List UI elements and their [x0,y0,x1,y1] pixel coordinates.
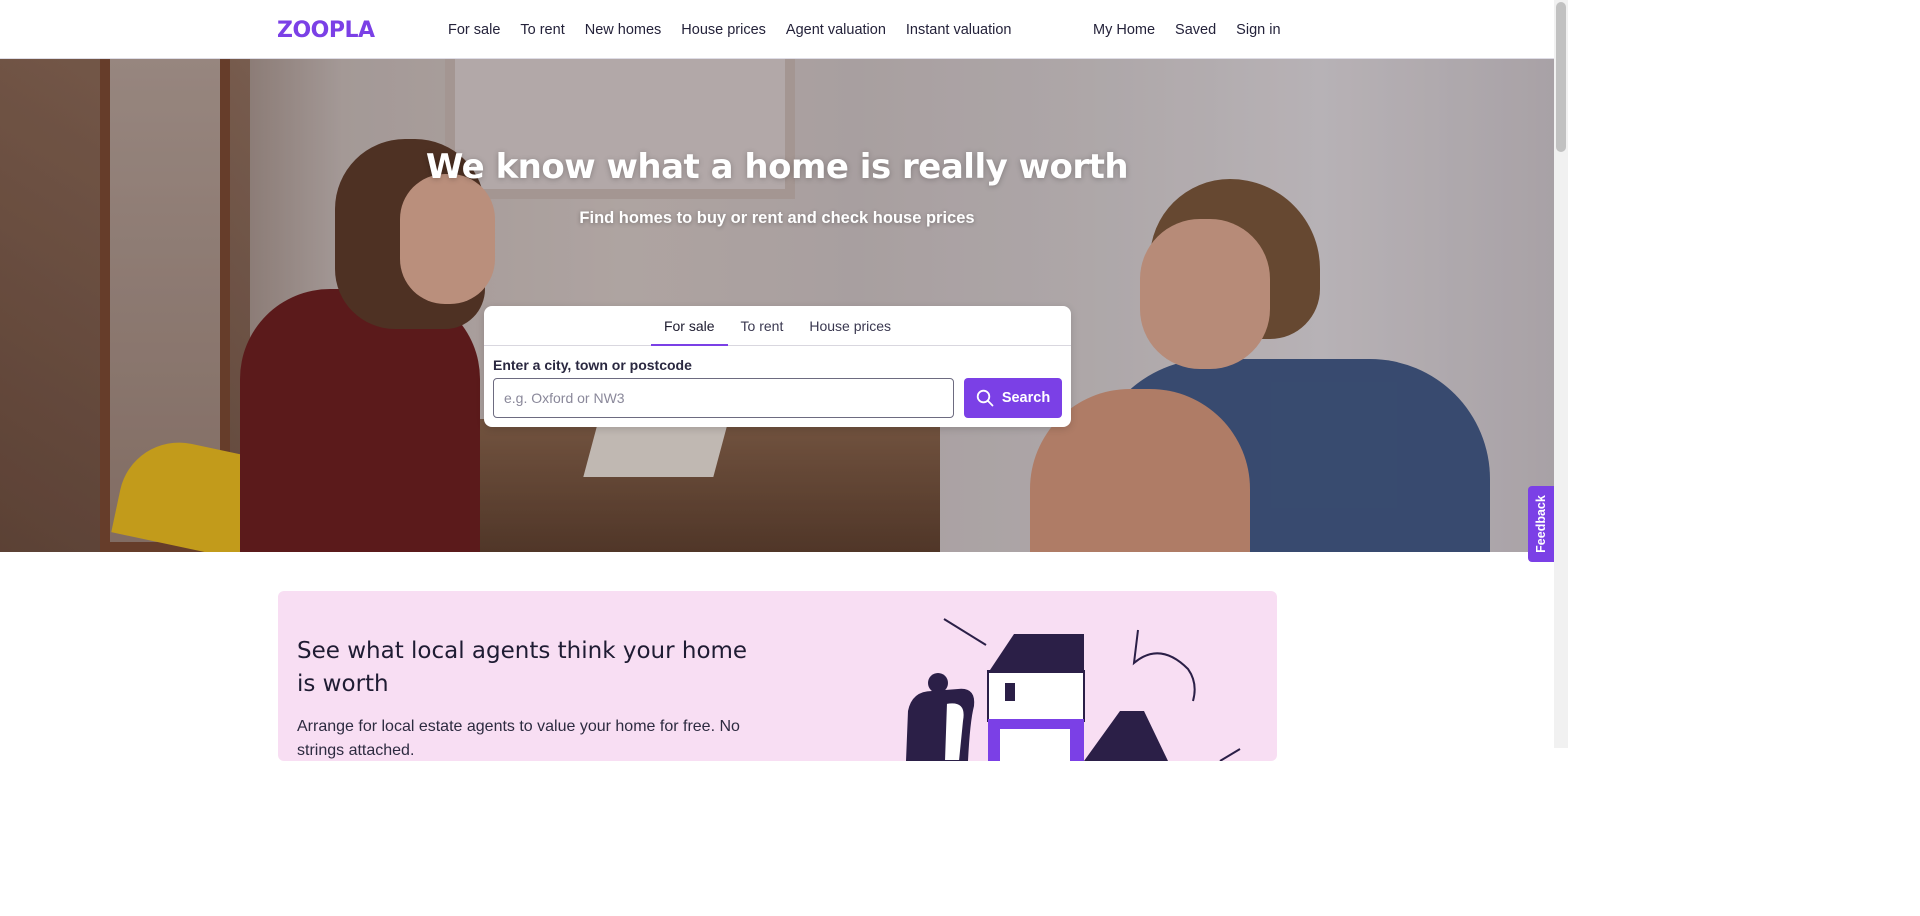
hero-title: We know what a home is really worth [425,147,1129,187]
user-nav: My Home Saved Sign in [1093,22,1281,38]
promo-text: Arrange for local estate agents to value… [297,718,740,759]
search-button-label: Search [1001,390,1051,406]
tab-for-sale[interactable]: For sale [650,306,728,346]
tab-to-rent[interactable]: To rent [728,306,797,346]
site-header: ZOOPLA For sale To rent New homes House … [0,0,1554,59]
nav-instant-valuation[interactable]: Instant valuation [906,22,1012,38]
search-label: Enter a city, town or postcode [493,357,692,373]
page-scrollbar[interactable] [1554,0,1568,748]
nav-new-homes[interactable]: New homes [585,22,662,38]
tab-house-prices[interactable]: House prices [796,306,904,346]
search-button[interactable]: Search [964,378,1062,418]
main-nav: For sale To rent New homes House prices … [448,22,1012,38]
scrollbar-thumb[interactable] [1556,2,1566,152]
nav-saved[interactable]: Saved [1175,22,1216,38]
nav-house-prices[interactable]: House prices [681,22,766,38]
feedback-label: Feedback [1534,495,1549,553]
zoopla-logo[interactable]: ZOOPLA [277,18,375,43]
feedback-tab[interactable]: Feedback [1528,486,1554,562]
hero-subtitle: Find homes to buy or rent and check hous… [579,209,975,227]
nav-sign-in[interactable]: Sign in [1236,22,1280,38]
search-card: For sale To rent House prices Enter a ci… [484,306,1071,427]
nav-my-home[interactable]: My Home [1093,22,1155,38]
promo-title: See what local agents think your home is… [297,638,748,697]
nav-for-sale[interactable]: For sale [448,22,500,38]
search-input[interactable] [493,378,954,418]
search-icon [976,389,994,407]
agent-valuation-promo: See what local agents think your home is… [278,591,1277,761]
nav-agent-valuation[interactable]: Agent valuation [786,22,886,38]
search-tabs: For sale To rent House prices [484,306,1071,346]
house-illustration [906,618,1241,761]
nav-to-rent[interactable]: To rent [520,22,564,38]
